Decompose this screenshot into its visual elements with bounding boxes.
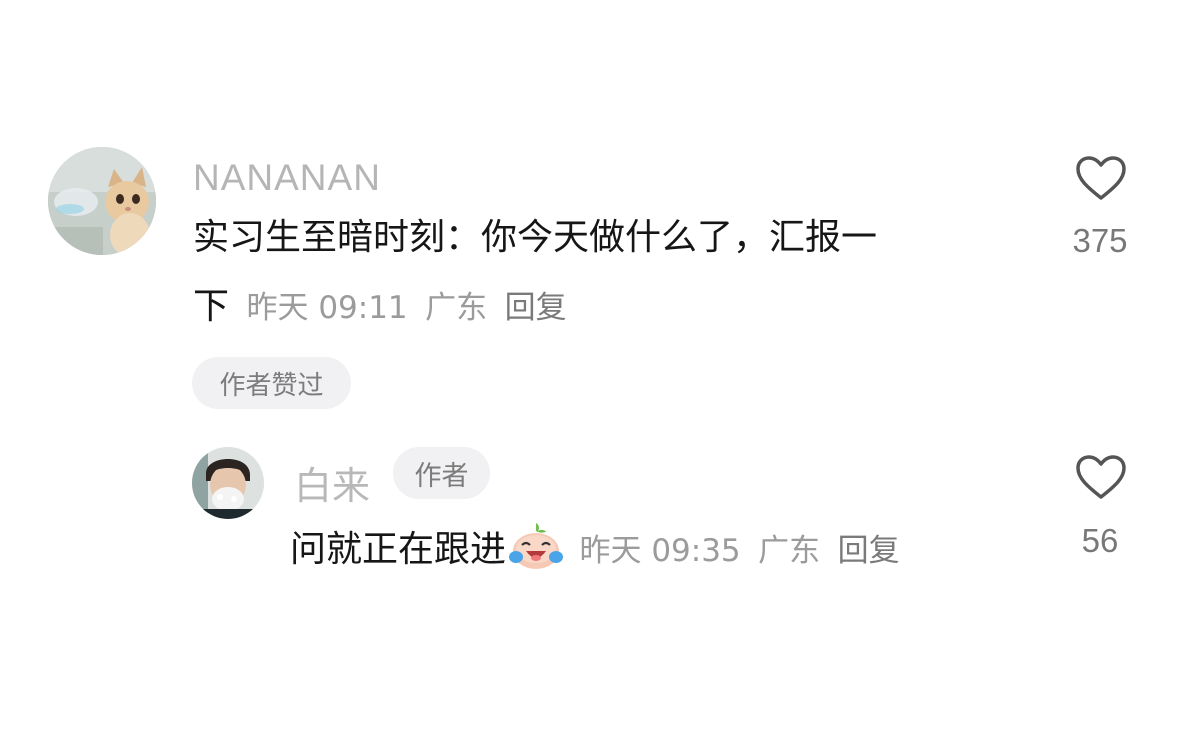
- commenter-avatar[interactable]: [48, 147, 156, 255]
- heart-icon: [1076, 455, 1126, 499]
- comment-like-count: 375: [1072, 222, 1128, 259]
- cat-avatar-icon: [48, 147, 156, 255]
- comment-reply-button[interactable]: 回复: [505, 290, 567, 326]
- comment-text-line2-row: 下 昨天 09:11 广东 回复: [193, 285, 673, 330]
- heart-icon: [1076, 156, 1126, 200]
- reply-time: 昨天 09:35: [579, 533, 741, 569]
- reply-text: 问就正在跟进: [290, 529, 507, 570]
- author-liked-badge: 作者赞过: [192, 357, 351, 409]
- reply-text-row: 问就正在跟进 昨天 09:35 广东 回复: [290, 519, 990, 573]
- author-badge: 作者: [393, 447, 490, 499]
- crying-laughing-emoji-icon: [509, 523, 564, 569]
- comment-text-line2: 下: [193, 286, 230, 327]
- reply-like-button[interactable]: [1075, 454, 1127, 504]
- replier-username[interactable]: 白来: [294, 455, 370, 510]
- reply-reply-button[interactable]: 回复: [838, 533, 900, 569]
- comment-time: 昨天 09:11: [246, 290, 408, 326]
- reply-location: 广东: [758, 533, 821, 569]
- replier-avatar[interactable]: [192, 447, 264, 519]
- commenter-username[interactable]: NANANAN: [193, 157, 381, 199]
- comment-text-line1: 实习生至暗时刻：你今天做什么了，汇报一: [193, 217, 878, 258]
- person-avatar-icon: [192, 447, 264, 519]
- comment-location: 广东: [425, 290, 488, 326]
- reply-like-count: 56: [1081, 522, 1119, 559]
- comment-like-button[interactable]: [1075, 155, 1127, 205]
